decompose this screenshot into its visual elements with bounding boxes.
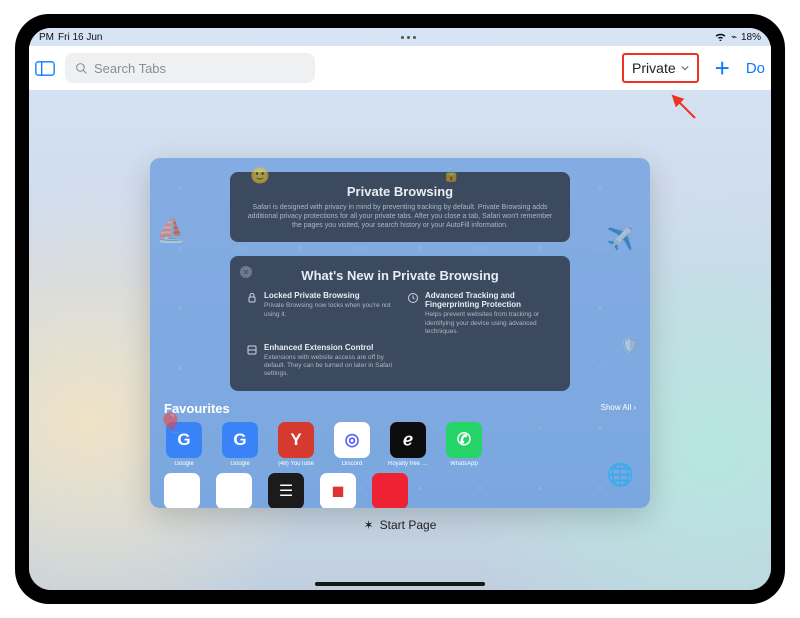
puzzle-icon (246, 343, 258, 379)
generic-icon: ◼︎ (331, 481, 344, 501)
tab-overview-toolbar: Search Tabs Private + Do (29, 46, 771, 90)
wifi-icon (714, 31, 727, 44)
favourite-item[interactable]: Y (48) YouTube (276, 422, 316, 467)
feature-title: Advanced Tracking and Fingerprinting Pro… (425, 291, 554, 309)
favourite-item[interactable]: ✆ WhatsApp (444, 422, 484, 467)
decorative-emoji-icon: 🎈 (158, 411, 183, 436)
done-button[interactable]: Do (746, 60, 765, 77)
feature-body: Helps prevent websites from tracking or … (425, 311, 554, 336)
search-icon (75, 62, 88, 75)
favourite-label: Discord (332, 461, 372, 467)
lock-icon (246, 291, 258, 336)
favourite-tile: G (222, 422, 258, 458)
multitask-dots-icon[interactable] (401, 36, 416, 39)
favourite-tile[interactable] (372, 473, 408, 508)
favourite-tile: Y (278, 422, 314, 458)
whats-new-panel: ✕ What's New in Private Browsing Locked … (230, 256, 570, 391)
tab-group-label: Private (632, 60, 676, 76)
chevron-right-icon: › (633, 403, 636, 412)
ipad-frame: PM Fri 16 Jun ⌁ 18% Search Tabs (15, 14, 785, 604)
ipad-screen: PM Fri 16 Jun ⌁ 18% Search Tabs (29, 28, 771, 590)
feature-title: Locked Private Browsing (264, 291, 393, 300)
favourite-tile[interactable] (164, 473, 200, 508)
favourite-tile[interactable]: ☰ (268, 473, 304, 508)
feature-body: Extensions with website access are off b… (264, 354, 394, 379)
star-icon: ✶ (364, 518, 374, 532)
feature-title: Enhanced Extension Control (264, 343, 394, 352)
shield-icon (407, 291, 419, 336)
favourite-label: WhatsApp (444, 461, 484, 467)
feature-item: Enhanced Extension Control Extensions wi… (246, 343, 394, 379)
favourites-row: GGoogleGGoogleY(48) YouTube◎DiscordℯRoya… (164, 422, 636, 467)
favourite-tile[interactable] (216, 473, 252, 508)
tab-group-dropdown[interactable]: Private (622, 53, 699, 83)
favourite-tile: ◎ (334, 422, 370, 458)
new-tab-button[interactable]: + (709, 53, 736, 84)
status-time: PM (39, 32, 54, 43)
decorative-emoji-icon: 🛡️ (620, 336, 640, 356)
generic-icon: ☰ (279, 481, 293, 501)
favourites-title: Favourites (164, 401, 636, 416)
search-tabs-field[interactable]: Search Tabs (65, 53, 315, 83)
battery-icon: ⌁ (731, 32, 737, 43)
start-page-tab-preview[interactable]: 🙂 🔒 ✈️ ⛵ 🛡️ 🎈 🌐 Private Browsing Safari … (150, 158, 650, 508)
decorative-emoji-icon: 🙂 (250, 166, 270, 186)
panel-title: What's New in Private Browsing (246, 268, 554, 283)
favourite-label: Google (220, 461, 260, 467)
show-all-button[interactable]: Show All › (601, 403, 636, 412)
favourite-label: Google (164, 461, 204, 467)
status-bar: PM Fri 16 Jun ⌁ 18% (29, 28, 771, 46)
favourite-item[interactable]: ℯ Royalty free music and s… (388, 422, 428, 467)
annotation-arrow (661, 92, 701, 122)
feature-body: Private Browsing now locks when you're n… (264, 302, 393, 319)
search-placeholder: Search Tabs (94, 61, 166, 76)
favourite-label: Royalty free music and s… (388, 461, 428, 467)
sidebar-toggle-icon[interactable] (35, 59, 55, 77)
favourite-item[interactable]: G Google (220, 422, 260, 467)
decorative-emoji-icon: ⛵ (156, 216, 186, 245)
feature-item: Locked Private Browsing Private Browsing… (246, 291, 393, 336)
decorative-emoji-icon: 🌐 (607, 462, 634, 488)
panel-body: Safari is designed with privacy in mind … (246, 203, 554, 230)
panel-title: Private Browsing (246, 184, 554, 199)
favourite-label: (48) YouTube (276, 461, 316, 467)
favourite-tile: ✆ (446, 422, 482, 458)
chevron-down-icon (681, 64, 689, 72)
favourite-tile: ℯ (390, 422, 426, 458)
favourite-tile[interactable]: ◼︎ (320, 473, 356, 508)
favourite-item[interactable]: ◎ Discord (332, 422, 372, 467)
private-browsing-panel: Private Browsing Safari is designed with… (230, 172, 570, 242)
status-date: Fri 16 Jun (58, 32, 102, 43)
tab-caption: ✶ Start Page (29, 518, 771, 532)
decorative-emoji-icon: 🔒 (443, 166, 460, 183)
favourites-section: Favourites Show All › GGoogleGGoogleY(48… (164, 401, 636, 508)
home-indicator[interactable] (315, 582, 485, 586)
decorative-emoji-icon: ✈️ (607, 226, 634, 252)
feature-item: Advanced Tracking and Fingerprinting Pro… (407, 291, 554, 336)
favourites-row: ☰ ◼︎ (164, 473, 636, 508)
battery-percent: 18% (741, 32, 761, 43)
